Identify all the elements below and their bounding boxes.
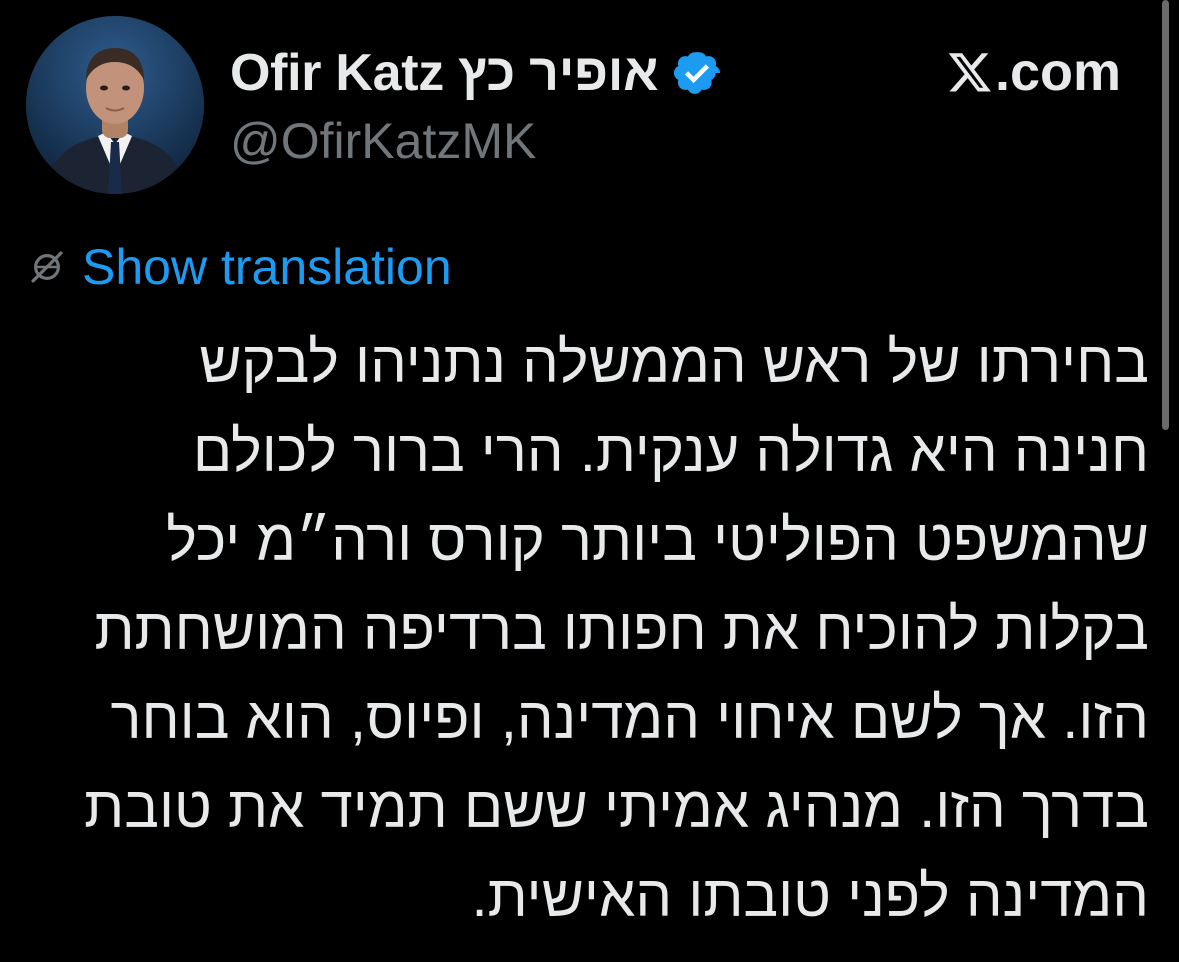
show-translation-row[interactable]: Show translation	[26, 236, 452, 298]
avatar-photo	[26, 16, 204, 194]
tweet-line: המדינה לפני טובתו האישית.	[471, 864, 1149, 929]
tweet-text: בחירתו של ראש הממשלה נתניהו לבקש חנינה ה…	[24, 324, 1149, 947]
globe-slash-icon	[31, 251, 63, 283]
tweet-line: בקלות להוכיח את חפותו ברדיפה המושחתת	[94, 597, 1149, 662]
scrollbar[interactable]	[1162, 0, 1169, 430]
author-display-name[interactable]: Ofir Katz אופיר כץ	[230, 43, 659, 103]
tweet-line: חנינה היא גדולה ענקית. הרי ברור לכולם	[192, 419, 1149, 484]
author-name-row[interactable]: Ofir Katz אופיר כץ	[230, 38, 724, 108]
x-logo-icon	[948, 53, 991, 92]
tweet-line: הזו. אך לשם איחוי המדינה, ופיוס, הוא בוח…	[110, 686, 1149, 751]
author-handle[interactable]: @OfirKatzMK	[230, 112, 536, 170]
tweet-line: בדרך הזו. מנהיג אמיתי ששם תמיד את טובת	[84, 775, 1149, 840]
tweet-line: שהמשפט הפוליטי ביותר קורס ורה״מ יכל	[166, 508, 1149, 573]
tweet-line: בחירתו של ראש הממשלה נתניהו לבקש	[199, 330, 1149, 395]
brand-text: .com	[994, 42, 1121, 102]
show-translation-link[interactable]: Show translation	[82, 238, 452, 296]
avatar[interactable]	[26, 16, 204, 194]
verified-badge-icon	[674, 52, 721, 94]
brand-watermark: .com	[947, 40, 1121, 104]
